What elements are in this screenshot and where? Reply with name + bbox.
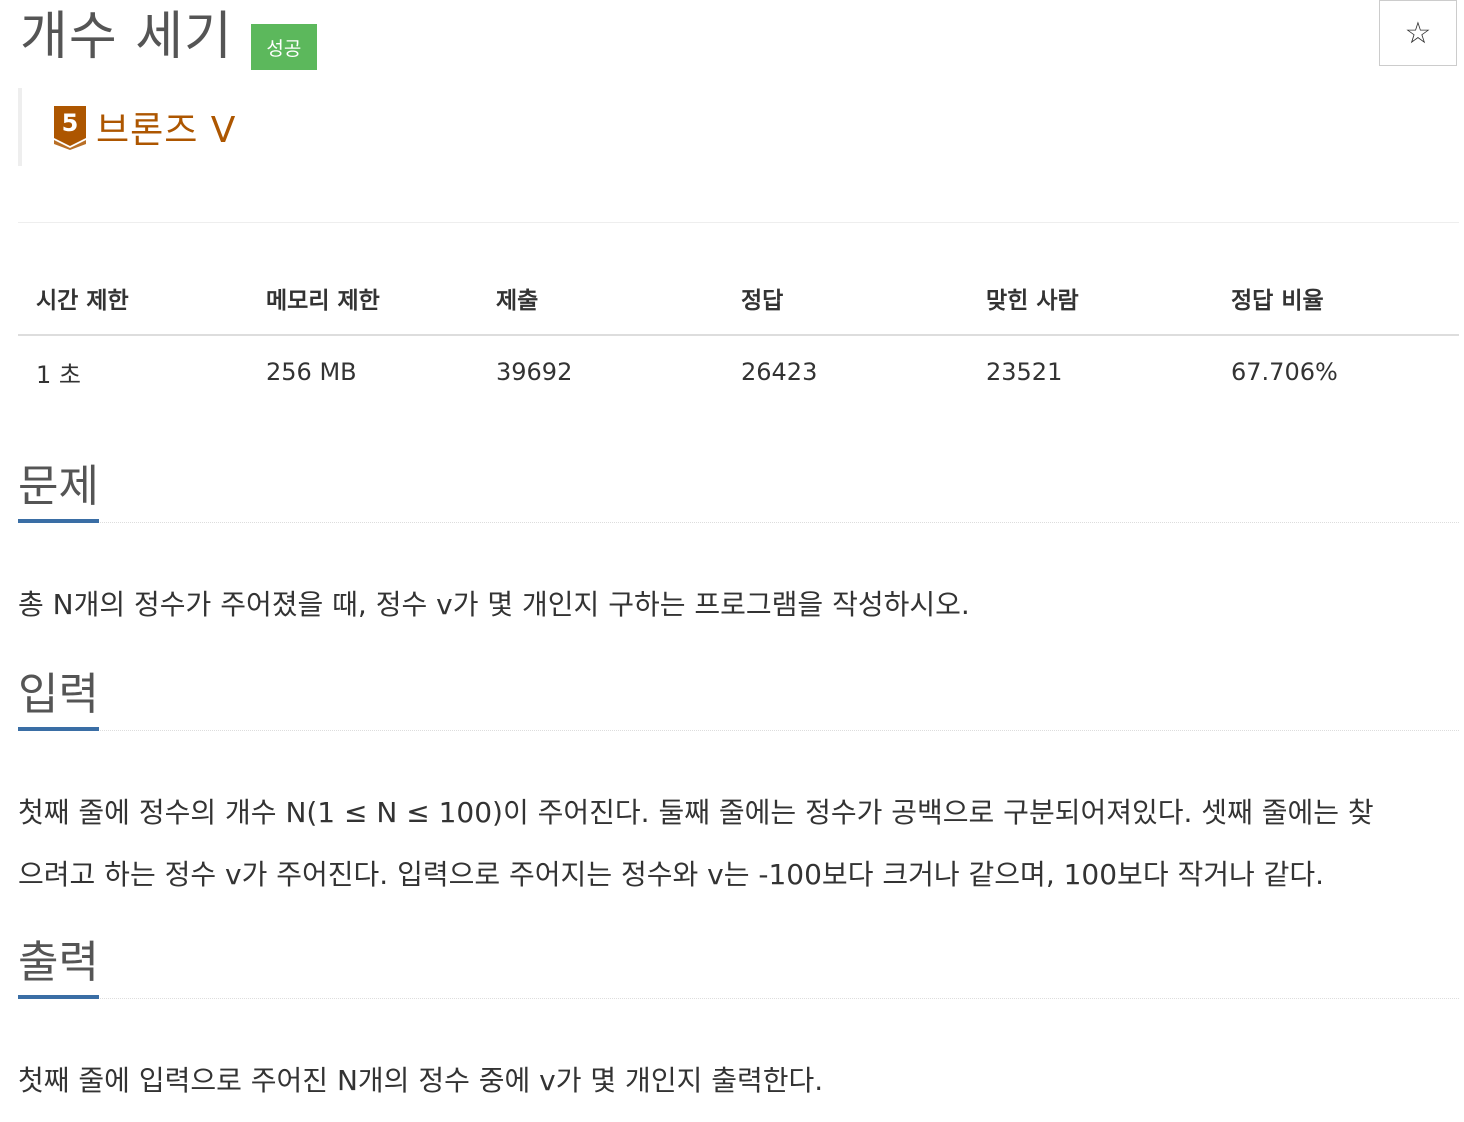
description-section: 문제 총 N개의 정수가 주어졌을 때, 정수 v가 몇 개인지 구하는 프로그… <box>18 452 1459 635</box>
title-row: 개수 세기 성공 <box>20 0 317 74</box>
section-header: 출력 <box>18 928 1459 999</box>
section-title-input: 입력 <box>18 665 99 731</box>
time-limit-value: 1 초 <box>36 360 81 389</box>
accepted-value: 26423 <box>741 358 818 386</box>
table-row: 1 초 256 MB 39692 26423 23521 67.706% <box>18 335 1459 408</box>
description-text: 총 N개의 정수가 주어졌을 때, 정수 v가 몇 개인지 구하는 프로그램을 … <box>18 588 970 621</box>
input-text-line: 첫째 줄에 정수의 개수 N(1 ≤ N ≤ 100)이 주어진다. 둘째 줄에… <box>18 796 1374 829</box>
problem-info-table: 시간 제한 메모리 제한 제출 정답 맞힌 사람 정답 비율 1 초 256 M… <box>18 262 1459 408</box>
problem-page: 개수 세기 성공 ☆ 5 브론즈 V 시간 제한 메모리 제한 제출 정답 맞힌… <box>0 0 1464 1122</box>
header-solved-users: 맞힌 사람 <box>968 262 1213 336</box>
tier-level: 5 <box>62 109 79 137</box>
output-text: 첫째 줄에 입력으로 주어진 N개의 정수 중에 v가 몇 개인지 출력한다. <box>18 1064 824 1097</box>
header-accepted: 정답 <box>723 262 968 336</box>
table-header-row: 시간 제한 메모리 제한 제출 정답 맞힌 사람 정답 비율 <box>18 262 1459 336</box>
status-badge: 성공 <box>250 24 317 70</box>
header-accept-ratio: 정답 비율 <box>1213 262 1459 336</box>
memory-limit-value: 256 MB <box>266 358 357 386</box>
tier-block: 5 브론즈 V <box>18 88 236 166</box>
header-memory-limit: 메모리 제한 <box>248 262 478 336</box>
accept-ratio-value: 67.706% <box>1231 358 1338 386</box>
output-section: 출력 첫째 줄에 입력으로 주어진 N개의 정수 중에 v가 몇 개인지 출력한… <box>18 928 1459 1111</box>
submissions-value: 39692 <box>496 358 573 386</box>
divider <box>18 222 1459 223</box>
header-time-limit: 시간 제한 <box>18 262 248 336</box>
section-header: 입력 <box>18 660 1459 731</box>
header-submissions: 제출 <box>478 262 723 336</box>
input-section: 입력 첫째 줄에 정수의 개수 N(1 ≤ N ≤ 100)이 주어진다. 둘째… <box>18 660 1459 906</box>
input-text-line: 으려고 하는 정수 v가 주어진다. 입력으로 주어지는 정수와 v는 -100… <box>18 858 1325 891</box>
tier-name: 브론즈 V <box>96 110 237 151</box>
problem-title: 개수 세기 <box>20 7 233 67</box>
star-icon: ☆ <box>1404 15 1432 51</box>
section-header: 문제 <box>18 452 1459 523</box>
input-text: 첫째 줄에 정수의 개수 N(1 ≤ N ≤ 100)이 주어진다. 둘째 줄에… <box>18 782 1459 906</box>
section-title-description: 문제 <box>18 457 99 523</box>
bronze-tier-icon: 5 <box>54 106 86 150</box>
solved-users-value: 23521 <box>986 358 1063 386</box>
favorite-button[interactable]: ☆ <box>1379 0 1457 66</box>
section-title-output: 출력 <box>18 933 99 999</box>
